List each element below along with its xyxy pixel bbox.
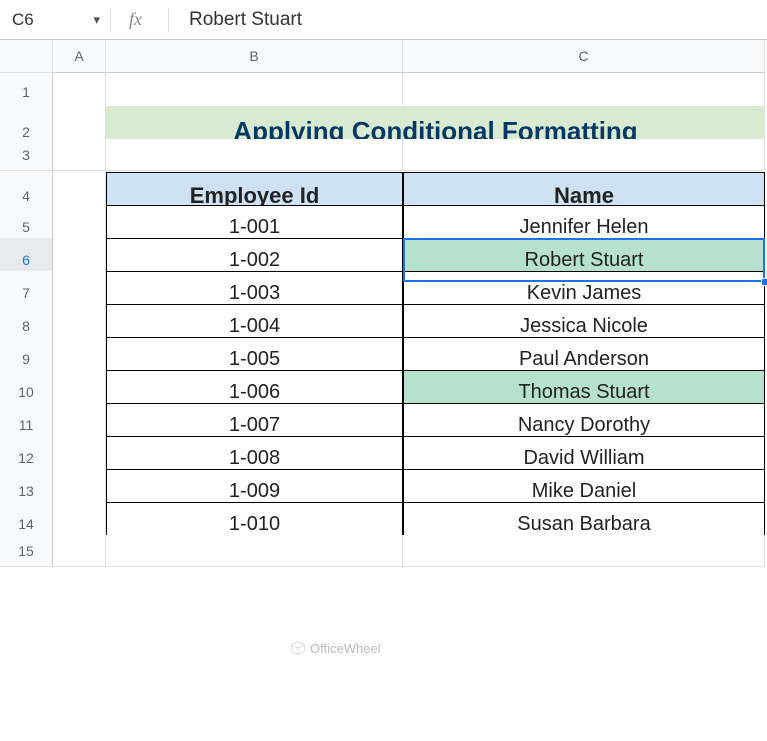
cell-15-C[interactable]: [403, 535, 765, 567]
column-header-B[interactable]: B: [106, 40, 403, 73]
name-box-value: C6: [12, 10, 34, 30]
cell-15-B[interactable]: [106, 535, 403, 567]
chevron-down-icon[interactable]: ▾: [93, 12, 100, 28]
cell-3-A[interactable]: [53, 139, 106, 171]
watermark-text: OfficeWheel: [310, 641, 381, 656]
watermark: OfficeWheel: [290, 640, 381, 656]
cell-3-B[interactable]: [106, 139, 403, 171]
name-box[interactable]: C6 ▾: [0, 0, 110, 39]
cell-3-C[interactable]: [403, 139, 765, 171]
column-header-A[interactable]: A: [53, 40, 106, 73]
divider: [168, 8, 169, 32]
column-header-C[interactable]: C: [403, 40, 765, 73]
select-all-corner[interactable]: [0, 40, 53, 73]
formula-input[interactable]: [177, 0, 767, 39]
cell-15-A[interactable]: [53, 535, 106, 567]
row-header-15[interactable]: 15: [0, 535, 53, 567]
spreadsheet-grid[interactable]: ABC12Applying Conditional Formatting34Em…: [0, 40, 767, 568]
fill-handle[interactable]: [761, 278, 767, 286]
fx-icon: fx: [110, 8, 160, 32]
formula-bar: C6 ▾ fx: [0, 0, 767, 40]
row-header-3[interactable]: 3: [0, 139, 53, 171]
